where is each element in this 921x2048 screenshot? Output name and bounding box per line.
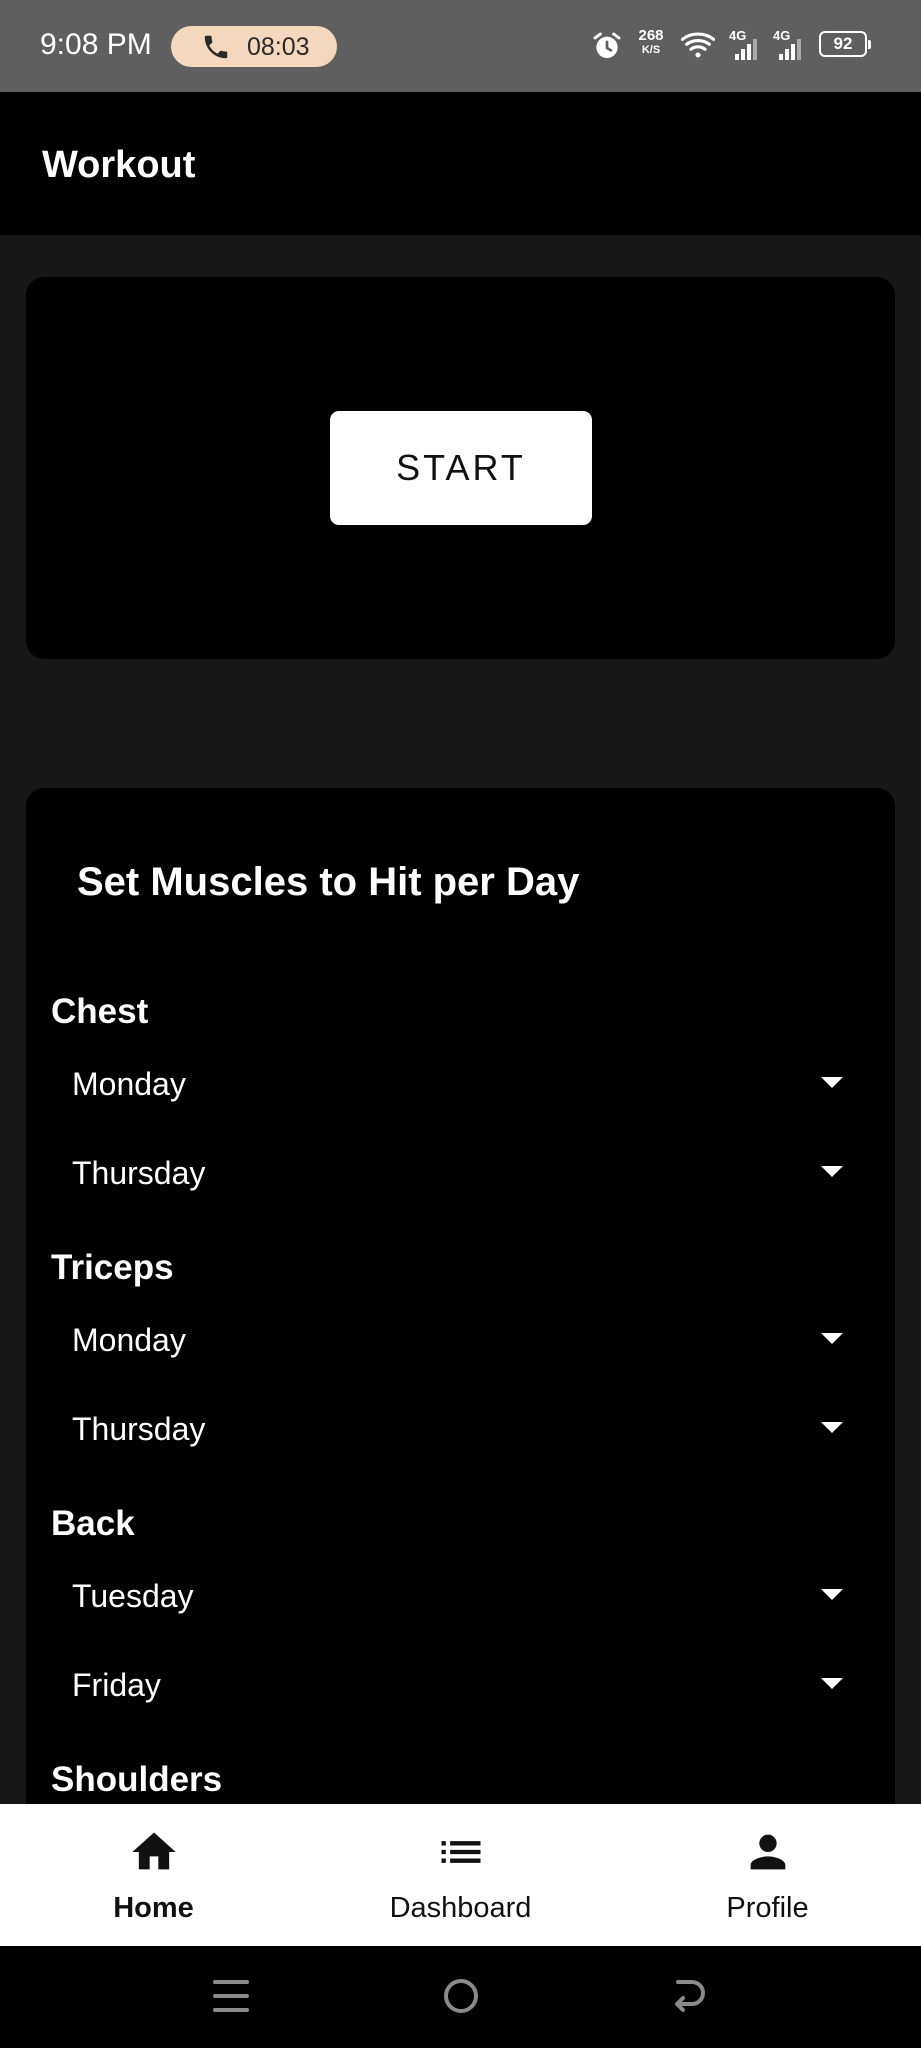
back-day-1-dropdown[interactable]: Tuesday: [51, 1566, 861, 1628]
nav-dashboard[interactable]: Dashboard: [307, 1804, 614, 1946]
start-button[interactable]: START: [330, 411, 592, 525]
start-workout-card: START: [26, 277, 895, 659]
dropdown-value: Thursday: [72, 1155, 206, 1191]
bottom-navigation: Home Dashboard Profile: [0, 1804, 921, 1946]
dropdown-value: Monday: [72, 1066, 186, 1102]
call-timer: 08:03: [247, 33, 310, 61]
nav-profile[interactable]: Profile: [614, 1804, 921, 1946]
home-icon: [131, 1832, 176, 1870]
muscle-group-triceps: Triceps: [51, 1248, 174, 1287]
muscle-group-chest: Chest: [51, 992, 149, 1031]
back-icon[interactable]: [670, 1974, 710, 2018]
muscle-schedule-card: Set Muscles to Hit per Day Chest Monday …: [26, 788, 895, 1804]
status-bar: 9:08 PM 08:03 268 K/S 4G 4G 92: [0, 0, 921, 92]
caret-down-icon: [821, 1589, 843, 1600]
nav-label: Home: [113, 1892, 194, 1924]
battery-icon: 92: [819, 31, 871, 57]
caret-down-icon: [821, 1077, 843, 1088]
phone-icon: [204, 35, 228, 59]
app-bar: Workout: [0, 92, 921, 235]
person-icon: [750, 1834, 785, 1870]
caret-down-icon: [821, 1166, 843, 1177]
list-icon: [441, 1841, 480, 1863]
home-circle-icon[interactable]: [440, 1974, 482, 2018]
dropdown-value: Thursday: [72, 1411, 206, 1447]
page-title: Workout: [42, 144, 196, 186]
caret-down-icon: [821, 1422, 843, 1433]
section-title: Set Muscles to Hit per Day: [77, 860, 580, 904]
system-navigation-bar: [0, 1946, 921, 2048]
menu-icon[interactable]: [212, 1974, 250, 2018]
signal-icon: [779, 39, 801, 60]
muscle-group-back: Back: [51, 1504, 135, 1543]
ongoing-call-pill[interactable]: 08:03: [171, 26, 337, 67]
dropdown-value: Friday: [72, 1667, 161, 1703]
status-time: 9:08 PM: [40, 28, 152, 61]
chest-day-2-dropdown[interactable]: Thursday: [51, 1143, 861, 1205]
back-day-2-dropdown[interactable]: Friday: [51, 1655, 861, 1717]
caret-down-icon: [821, 1678, 843, 1689]
nav-label: Dashboard: [389, 1892, 532, 1924]
nav-home[interactable]: Home: [0, 1804, 307, 1946]
alarm-icon: [593, 32, 621, 58]
chest-day-1-dropdown[interactable]: Monday: [51, 1054, 861, 1116]
triceps-day-1-dropdown[interactable]: Monday: [51, 1310, 861, 1372]
dropdown-value: Tuesday: [72, 1578, 194, 1614]
battery-level: 92: [833, 34, 853, 53]
wifi-icon: [681, 32, 715, 58]
triceps-day-2-dropdown[interactable]: Thursday: [51, 1399, 861, 1461]
nav-label: Profile: [726, 1892, 809, 1924]
signal-icon: [735, 39, 757, 60]
caret-down-icon: [821, 1333, 843, 1344]
status-icons: 268 K/S 4G 4G 92: [591, 26, 881, 66]
dropdown-value: Monday: [72, 1322, 186, 1358]
muscle-group-shoulders: Shoulders: [51, 1760, 223, 1799]
net-speed: 268 K/S: [638, 27, 664, 56]
